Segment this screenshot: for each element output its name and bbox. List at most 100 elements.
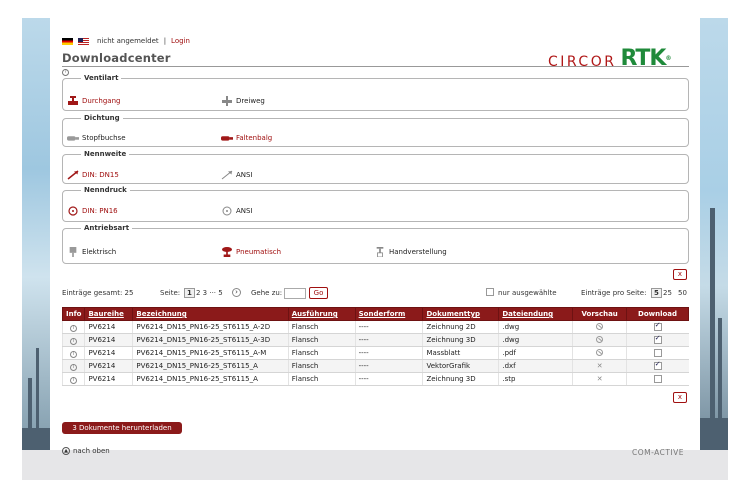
download-checkbox[interactable] (653, 375, 662, 383)
download-documents-button[interactable]: 3 Dokumente herunterladen (62, 422, 182, 434)
option-din-pn16[interactable]: DIN: PN16 (67, 206, 118, 216)
arrow-up-icon: ▲ (62, 447, 70, 455)
left-background-image (22, 18, 50, 450)
per-page-50[interactable]: 50 (678, 289, 687, 297)
download-cell (626, 346, 689, 360)
pneumatic-actuator-icon (222, 247, 232, 257)
table-row: i PV6214 PV6214_DN15_PN16-25_ST6115_A-M Fla… (61, 346, 689, 360)
pressure-icon (68, 206, 78, 216)
download-checkbox[interactable] (653, 334, 662, 344)
option-dreiweg[interactable]: Dreiweg (221, 96, 265, 106)
download-cell (626, 333, 689, 347)
download-checkbox[interactable] (653, 349, 662, 357)
info-icon[interactable]: i (70, 376, 78, 384)
current-page[interactable]: 1 (184, 288, 195, 298)
option-handverstellung[interactable]: Handverstellung (374, 247, 447, 257)
col-baureihe[interactable]: Baureihe (84, 307, 134, 321)
preview-cell (572, 333, 627, 347)
next-page-icon[interactable]: › (232, 288, 241, 297)
sonderform-cell: ---- (354, 320, 423, 334)
info-cell: i (61, 346, 85, 360)
total-entries: Einträge gesamt: 25 (62, 289, 134, 297)
go-button[interactable]: Go (309, 287, 328, 299)
option-din-dn15[interactable]: DIN: DN15 (67, 170, 119, 180)
option-stopfbuchse[interactable]: Stopfbuchse (67, 133, 126, 143)
pagination-bar: Einträge gesamt: 25 Seite: 1 2 3 ··· 5 ›… (62, 287, 689, 303)
preview-icon[interactable] (596, 335, 604, 343)
col-bezeichnung[interactable]: Bezeichnung (132, 307, 289, 321)
col-ausfuehrung[interactable]: Ausführung (287, 307, 356, 321)
dateiendung-cell: .dwg (498, 320, 573, 334)
main-panel: nicht angemeldet | Login Downloadcenter … (50, 18, 700, 457)
bezeichnung-cell: PV6214_DN15_PN16-25_ST6115_A-M (132, 346, 289, 360)
filter-legend: Nennweite (84, 150, 127, 158)
bellows-seal-icon (221, 136, 233, 141)
info-icon[interactable]: i (70, 350, 78, 358)
preview-icon[interactable] (596, 322, 604, 330)
dokumenttyp-cell: Zeichnung 3D (422, 333, 499, 347)
preview-icon[interactable] (596, 348, 604, 356)
filter-legend: Dichtung (84, 114, 120, 122)
per-page-current[interactable]: 5 (651, 288, 662, 298)
download-checkbox[interactable] (653, 360, 662, 370)
preview-cell: ✕ (572, 359, 627, 373)
no-preview-icon: ✕ (596, 375, 603, 383)
german-flag-icon[interactable] (62, 37, 73, 45)
info-cell: i (61, 372, 85, 386)
sonderform-cell: ---- (354, 372, 423, 386)
three-way-valve-icon (222, 96, 232, 106)
top-margin (0, 0, 750, 18)
col-sonderform[interactable]: Sonderform (354, 307, 424, 321)
per-page-25[interactable]: 25 (663, 289, 672, 297)
per-page-label: Einträge pro Seite: (581, 289, 647, 297)
col-dateiendung[interactable]: Dateiendung (498, 307, 574, 321)
goto-page-input[interactable] (284, 288, 306, 299)
only-selected-label: nur ausgewählte (498, 289, 557, 297)
col-vorschau: Vorschau (572, 307, 628, 321)
pressure-icon (222, 206, 232, 216)
col-dokumenttyp[interactable]: Dokumenttyp (422, 307, 500, 321)
option-durchgang[interactable]: Durchgang (67, 96, 120, 106)
filter-nenndruck: Nenndruck DIN: PN16 ANSI (62, 186, 689, 222)
option-pneumatisch[interactable]: Pneumatisch (221, 247, 281, 257)
info-icon[interactable]: i (70, 337, 78, 345)
login-link[interactable]: Login (171, 37, 190, 45)
dokumenttyp-cell: Zeichnung 2D (422, 320, 499, 334)
results-table: Info Baureihe Bezeichnung Ausführung Son… (61, 307, 689, 386)
back-to-top-label: nach oben (73, 447, 110, 455)
filter-ventilart: Ventilart Durchgang Dreiweg (62, 74, 689, 111)
dateiendung-cell: .stp (498, 372, 573, 386)
baureihe-cell: PV6214 (84, 333, 133, 347)
dateiendung-cell: .pdf (498, 346, 573, 360)
preview-cell (572, 320, 627, 334)
baureihe-cell: PV6214 (84, 359, 133, 373)
filter-dichtung: Dichtung Stopfbuchse Faltenbalg (62, 114, 689, 147)
col-info: Info (61, 307, 86, 321)
download-checkbox[interactable] (653, 321, 662, 331)
option-faltenbalg[interactable]: Faltenbalg (221, 133, 272, 143)
table-row: i PV6214 PV6214_DN15_PN16-25_ST6115_A Flans… (61, 372, 689, 386)
ausfuehrung-cell: Flansch (287, 346, 356, 360)
filter-legend: Antriebsart (84, 224, 130, 232)
table-row: i PV6214 PV6214_DN15_PN16-25_ST6115_A Flans… (61, 359, 689, 373)
reset-selection-button[interactable]: x (673, 392, 687, 403)
option-ansi-nennweite[interactable]: ANSI (221, 170, 253, 180)
us-flag-icon[interactable] (78, 37, 89, 45)
gland-seal-icon (67, 136, 79, 141)
table-header-row: Info Baureihe Bezeichnung Ausführung Son… (61, 307, 689, 321)
sonderform-cell: ---- (354, 346, 423, 360)
dateiendung-cell: .dwg (498, 333, 573, 347)
dateiendung-cell: .dxf (498, 359, 573, 373)
back-to-top-link[interactable]: ▲ nach oben (62, 447, 110, 455)
only-selected-checkbox[interactable] (486, 288, 494, 296)
page-links[interactable]: 2 3 ··· 5 (196, 289, 223, 297)
option-elektrisch[interactable]: Elektrisch (67, 247, 116, 257)
logo-rtk-text: RTK® (620, 46, 671, 71)
electric-actuator-icon (69, 247, 77, 257)
option-ansi-nenndruck[interactable]: ANSI (221, 206, 253, 216)
reset-filters-button[interactable]: x (673, 269, 687, 280)
handwheel-icon (376, 247, 384, 257)
info-icon[interactable]: i (70, 363, 78, 371)
info-icon[interactable]: i (70, 324, 78, 332)
separator: | (163, 37, 167, 45)
